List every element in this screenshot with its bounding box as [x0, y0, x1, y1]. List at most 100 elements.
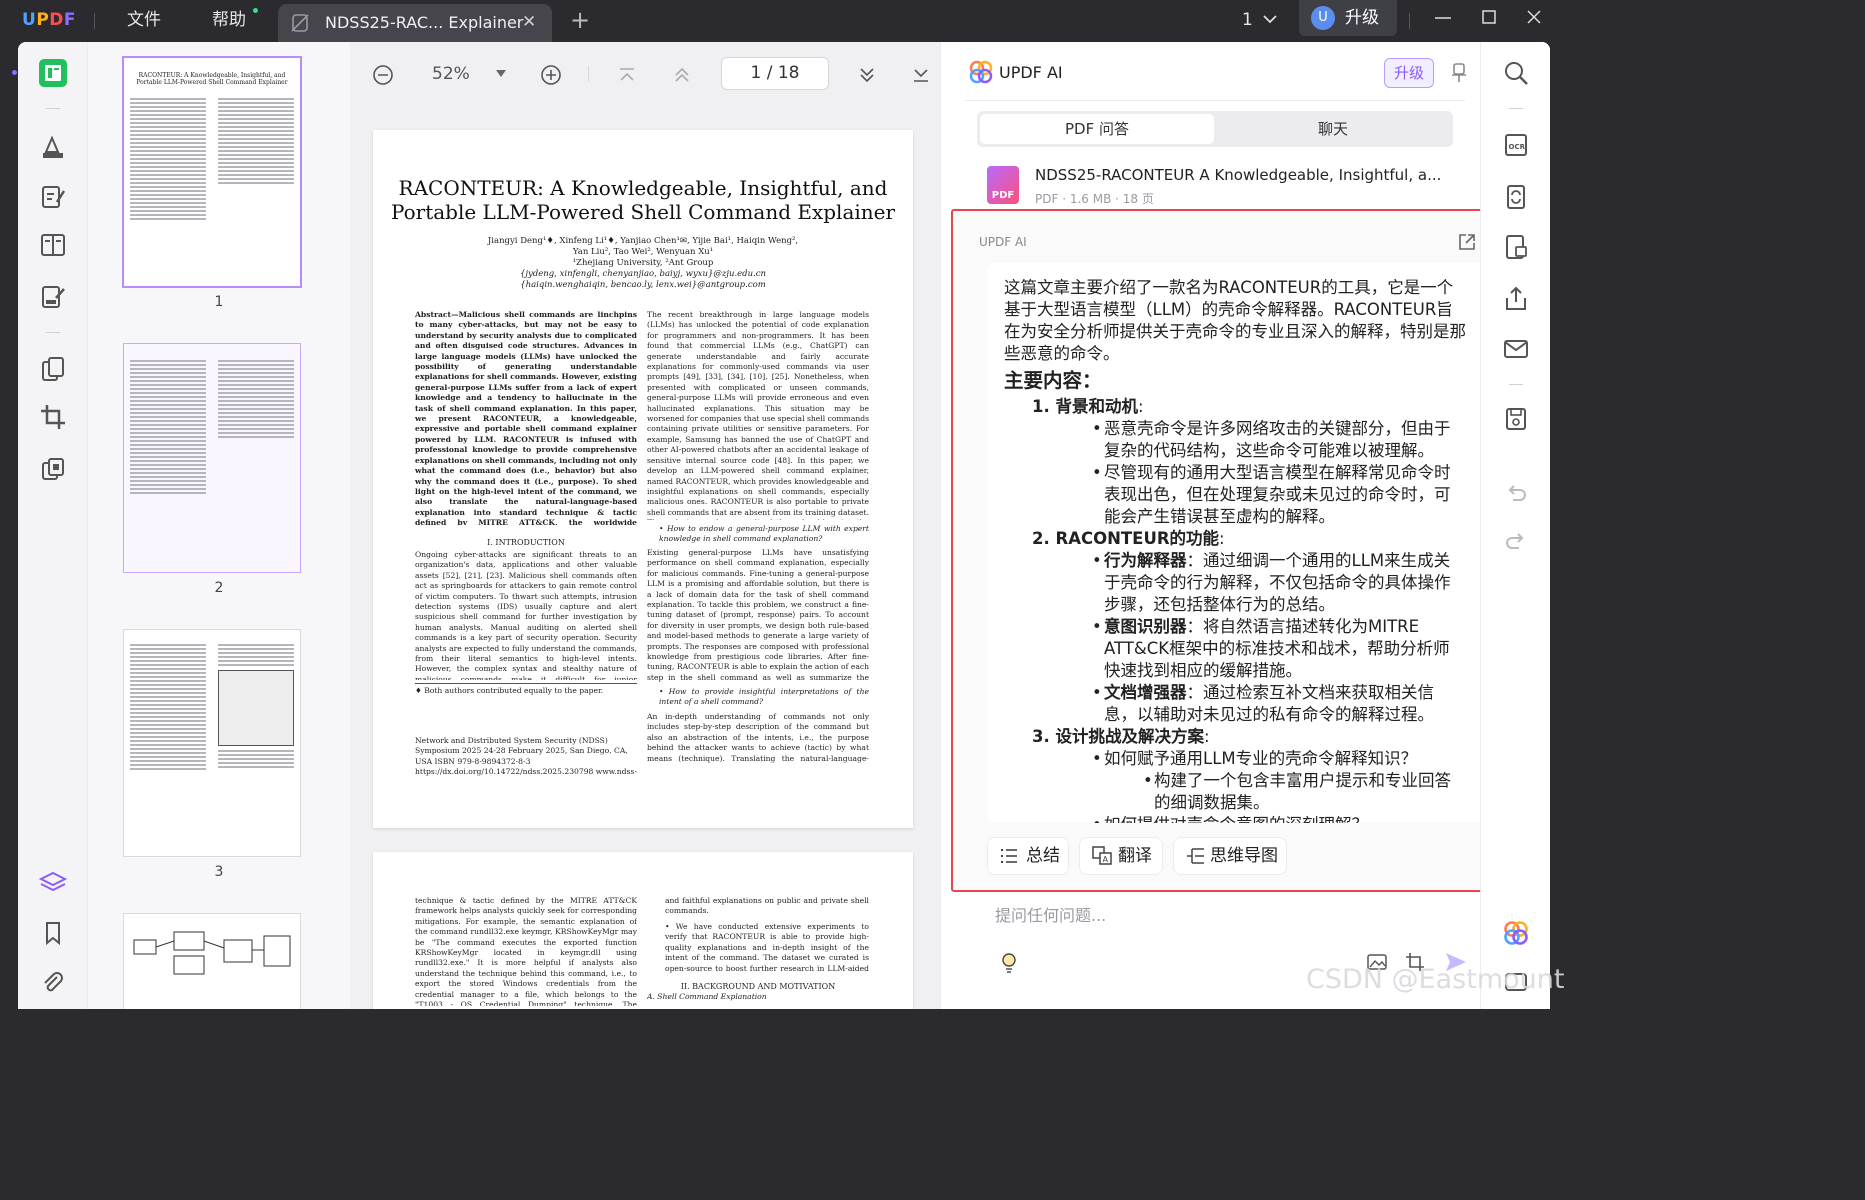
paper-section-heading: I. INTRODUCTION — [487, 538, 565, 547]
tab-chat[interactable]: 聊天 — [1216, 114, 1450, 144]
protect-pdf-icon[interactable] — [1501, 232, 1531, 262]
answer-heading: 主要内容： — [1004, 369, 1102, 392]
summarize-button[interactable]: 总结 — [987, 837, 1069, 875]
bullet-term: 意图识别器 — [1104, 617, 1187, 636]
paper-right-column: Existing general-purpose LLMs have unsat… — [647, 548, 869, 684]
layers-icon[interactable] — [38, 868, 68, 898]
share-icon[interactable] — [1501, 284, 1531, 314]
main-window: RACONTEUR: A Knowledgeable, Insightful, … — [18, 42, 1550, 1009]
maximize-icon[interactable] — [1481, 0, 1497, 42]
protect-icon[interactable] — [38, 454, 68, 484]
paper-authors: Jiangyi Deng¹♦, Xinfeng Li¹♦, Yanjiao Ch… — [487, 236, 799, 246]
next-page-icon[interactable] — [858, 67, 876, 83]
paper-footnote: ♦ Both authors contributed equally to th… — [415, 686, 604, 695]
ai-upgrade-button[interactable]: 升级 — [1384, 58, 1434, 88]
zoom-level[interactable]: 52% — [432, 64, 470, 84]
redo-icon[interactable] — [1501, 526, 1531, 556]
answer-bullet: 文档增强器：通过检索互补文档来获取相关信息，以辅助对未见过的私有命令的解释过程。 — [1004, 682, 1466, 726]
organize-pages-icon[interactable] — [38, 230, 68, 260]
fill-sign-icon[interactable] — [38, 282, 68, 312]
paper-ndss-note: Network and Distributed System Security … — [415, 736, 637, 778]
attachment-icon[interactable] — [38, 968, 68, 998]
rail-divider — [46, 108, 60, 109]
translate-label: 翻译 — [1118, 846, 1152, 866]
edit-pdf-icon[interactable] — [38, 182, 68, 212]
thumbnail-panel: RACONTEUR: A Knowledgeable, Insightful, … — [88, 42, 350, 1009]
ocr-icon[interactable]: OCR — [1501, 130, 1531, 160]
paper-email: {haiqin.wenghaiqin, bencao.ly, lenx.wei}… — [520, 280, 766, 290]
footnote-rule — [415, 683, 637, 684]
tab-pdf-qa[interactable]: PDF 问答 — [980, 114, 1214, 144]
document-tab[interactable]: NDSS25-RAC... Explainer ✕ — [278, 4, 552, 42]
pin-icon[interactable] — [1451, 62, 1467, 84]
convert-icon[interactable] — [38, 354, 68, 384]
section-title: 2. RACONTEUR的功能 — [1032, 529, 1220, 548]
section-colon: : — [1204, 727, 1210, 746]
pdf-badge: PDF — [991, 190, 1015, 201]
answer-source-label: UPDF AI — [979, 235, 1027, 249]
reader-mode-icon[interactable] — [38, 58, 68, 88]
mindmap-label: 思维导图 — [1210, 846, 1278, 866]
page-thumbnail[interactable]: RACONTEUR: A Knowledgeable, Insightful, … — [124, 58, 300, 286]
bullet-term: 文档增强器 — [1104, 683, 1187, 702]
answer-bullet: 尽管现有的通用大型语言模型在解释常见命令时表现出色，但在处理复杂或未见过的命令时… — [1004, 462, 1466, 528]
search-icon[interactable] — [1501, 58, 1531, 88]
document-viewer: 52% 1 / 18 RACONTEUR: A Knowledgeable, I… — [350, 42, 940, 1009]
zoom-dropdown-icon[interactable] — [496, 70, 506, 78]
paper-right-column: An in-depth understanding of commands no… — [647, 712, 869, 763]
chevron-down-icon[interactable] — [1262, 0, 1278, 42]
translate-button[interactable]: A 翻译 — [1079, 837, 1163, 875]
ai-mode-tabs: PDF 问答 聊天 — [977, 111, 1453, 147]
upgrade-label: 升级 — [1345, 8, 1379, 28]
thumbnail-title: RACONTEUR: A Knowledgeable, Insightful, … — [138, 72, 286, 79]
email-icon[interactable] — [1501, 334, 1531, 364]
page-thumbnail[interactable] — [124, 914, 300, 1009]
page-thumbnail[interactable] — [124, 344, 300, 572]
answer-bullet: 如何提供对壳命令意图的深刻理解？ — [1004, 814, 1466, 823]
tool-rail — [18, 42, 88, 1009]
page-number-input[interactable]: 1 / 18 — [721, 57, 829, 90]
pdf-page: technique & tactic defined by the MITRE … — [373, 852, 913, 1009]
zoom-out-icon[interactable] — [372, 64, 394, 86]
answer-bullet: 如何赋予通用LLM专业的壳命令解释知识？ — [1004, 748, 1466, 770]
menu-help[interactable]: 帮助 — [212, 0, 246, 42]
window-count[interactable]: 1 — [1242, 0, 1253, 42]
panel-divider — [965, 100, 1465, 101]
close-window-icon[interactable] — [1526, 0, 1542, 42]
updf-ai-icon[interactable] — [1501, 918, 1531, 948]
svg-text:OCR: OCR — [1509, 143, 1526, 151]
prompt-ideas-icon[interactable] — [997, 950, 1021, 974]
bookmark-icon[interactable] — [38, 918, 68, 948]
last-page-icon[interactable] — [912, 67, 930, 83]
open-external-icon[interactable] — [1458, 233, 1476, 251]
rail-divider — [1509, 108, 1523, 109]
first-page-icon[interactable] — [618, 67, 636, 83]
crop-icon[interactable] — [38, 402, 68, 432]
paper-right-column: The recent breakthrough in large languag… — [647, 310, 869, 520]
page-separator: / — [766, 63, 773, 83]
new-tab-icon[interactable]: + — [570, 0, 590, 42]
attached-file-card[interactable]: PDF NDSS25-RACONTEUR A Knowledgeable, In… — [965, 156, 1465, 210]
minimize-icon[interactable] — [1434, 0, 1452, 42]
upgrade-account-button[interactable]: U 升级 — [1299, 0, 1397, 36]
close-tab-icon[interactable]: ✕ — [522, 4, 536, 40]
document-tab-icon — [290, 13, 310, 33]
paper-page2-right: • We have conducted extensive experiment… — [665, 922, 869, 973]
menu-file[interactable]: 文件 — [127, 0, 161, 42]
undo-icon[interactable] — [1501, 478, 1531, 508]
paper-abstract: Abstract—Malicious shell commands are li… — [415, 310, 637, 525]
page-thumbnail[interactable] — [124, 630, 300, 856]
previous-page-icon[interactable] — [673, 67, 691, 83]
paper-page2-left: technique & tactic defined by the MITRE … — [415, 896, 637, 1006]
zoom-in-icon[interactable] — [540, 64, 562, 86]
avatar: U — [1311, 6, 1335, 30]
title-divider — [94, 13, 95, 29]
mindmap-button[interactable]: 思维导图 — [1173, 837, 1287, 875]
pdf-file-icon: PDF — [987, 166, 1019, 204]
comment-icon[interactable] — [38, 132, 68, 162]
notification-dot — [253, 8, 258, 13]
convert-pdf-icon[interactable] — [1501, 182, 1531, 212]
paper-affiliation: ¹Zhejiang University, ²Ant Group — [572, 258, 714, 268]
paper-email: {jydeng, xinfengli, chenyanjiao, baiyj, … — [519, 269, 767, 279]
save-icon[interactable] — [1501, 404, 1531, 434]
